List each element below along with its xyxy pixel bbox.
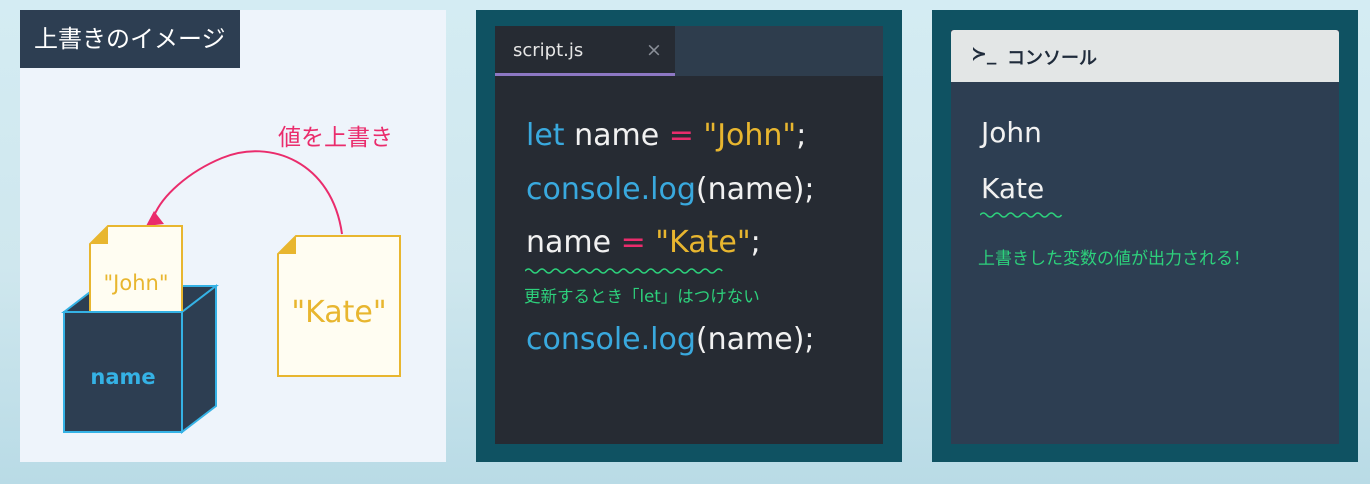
- function-args: (name);: [695, 322, 815, 357]
- operator: =: [668, 118, 694, 153]
- operator: =: [611, 225, 656, 260]
- close-icon[interactable]: ×: [646, 39, 662, 61]
- new-value-label: "Kate": [291, 295, 386, 330]
- console-window: ≻_ コンソール John Kate 上書きした変数の値が出力される！: [951, 30, 1339, 444]
- console-note: 上書きした変数の値が出力される！: [978, 249, 1250, 269]
- terminal-prompt-icon: ≻_: [971, 43, 997, 65]
- function-name: console.log: [526, 322, 696, 357]
- overwrite-illustration: 値を上書き "John" name "Kate": [61, 125, 401, 435]
- tab-label: script.js: [513, 40, 584, 61]
- console-output-line: John: [981, 116, 1042, 149]
- old-value-label: "John": [104, 271, 169, 295]
- tab-script-js[interactable]: script.js ×: [495, 26, 675, 76]
- console-output-line: Kate: [981, 172, 1045, 205]
- string-literal: "Kate": [655, 225, 751, 260]
- console-title: コンソール: [1007, 48, 1097, 69]
- panel-title: 上書きのイメージ: [20, 10, 240, 68]
- code-line-4: console.log(name);: [526, 322, 815, 357]
- wavy-underline: [525, 268, 723, 274]
- code-note: 更新するとき「let」はつけない: [524, 287, 760, 306]
- editor-tab-bar: script.js ×: [495, 26, 883, 76]
- code-editor: script.js × let name = "John"; console.l…: [495, 26, 883, 444]
- box-side-face: [181, 283, 217, 435]
- paper-john: "John": [89, 225, 183, 317]
- semicolon: ;: [750, 225, 761, 260]
- curved-arrow: [153, 150, 343, 235]
- code-line-3: name = "Kate";: [526, 225, 761, 260]
- code-line-1: let name = "John";: [526, 118, 806, 153]
- function-args: (name);: [695, 172, 815, 207]
- function-name: console.log: [526, 172, 696, 207]
- string-literal: "John": [693, 118, 797, 153]
- arrow-head: [146, 211, 164, 226]
- overwrite-image-panel: 値を上書き "John" name "Kate" 上書きのイメージ: [20, 10, 446, 462]
- console-header: ≻_ コンソール: [951, 30, 1339, 82]
- box-label: name: [90, 365, 155, 389]
- console-panel: ≻_ コンソール John Kate 上書きした変数の値が出力される！: [932, 10, 1358, 462]
- semicolon: ;: [796, 118, 807, 153]
- paper-kate: "Kate": [277, 235, 401, 377]
- wavy-underline: [980, 212, 1063, 218]
- identifier: name: [564, 118, 669, 153]
- keyword-let: let: [526, 118, 565, 153]
- arrow-label: 値を上書き: [278, 125, 393, 151]
- identifier: name: [526, 225, 612, 260]
- code-editor-panel: script.js × let name = "John"; console.l…: [476, 10, 902, 462]
- code-line-2: console.log(name);: [526, 172, 815, 207]
